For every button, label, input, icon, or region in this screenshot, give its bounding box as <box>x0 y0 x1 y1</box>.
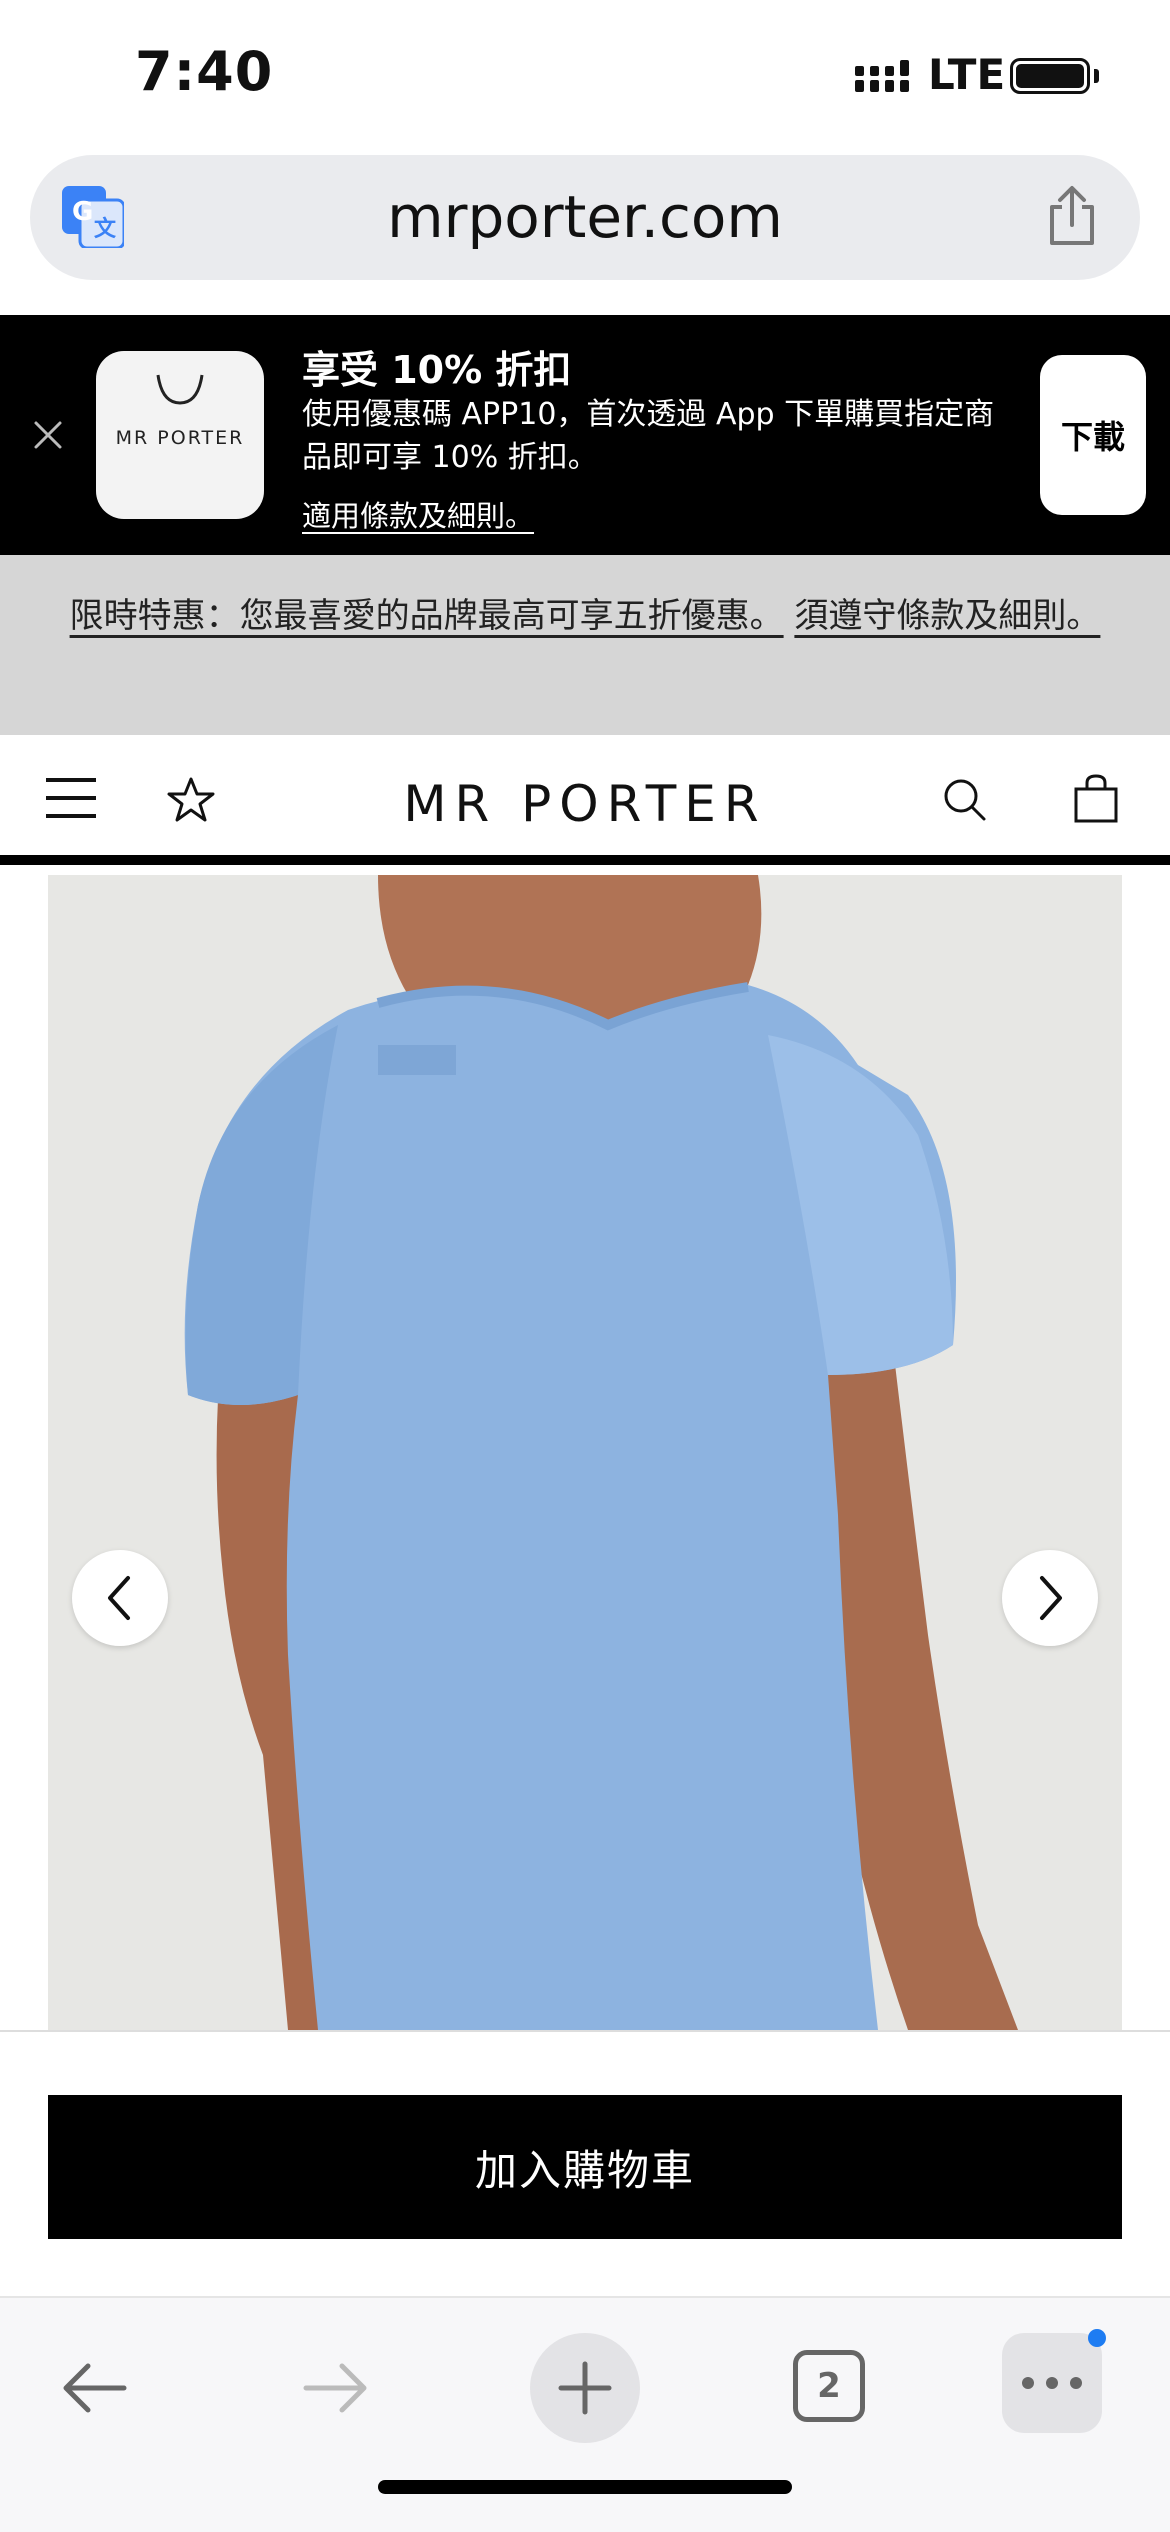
share-icon[interactable] <box>1044 185 1100 247</box>
battery-icon <box>1010 58 1090 94</box>
product-image <box>48 875 1122 2030</box>
app-download-banner: MR PORTER 享受 10% 折扣 使用優惠碼 APP10，首次透過 App… <box>0 315 1170 555</box>
banner-description: 使用優惠碼 APP10，首次透過 App 下單購買指定商品即可享 10% 折扣。 <box>302 397 995 475</box>
status-bar: 7:40 LTE <box>0 0 1170 150</box>
shopping-bag-icon[interactable] <box>1072 773 1120 823</box>
site-header: MR PORTER <box>0 735 1170 865</box>
banner-title: 享受 10% 折扣 <box>302 348 572 392</box>
browser-toolbar: 2 <box>0 2296 1170 2532</box>
battery-tip <box>1094 69 1099 83</box>
next-image-button[interactable] <box>1002 1550 1098 1646</box>
notification-dot <box>1088 2329 1106 2347</box>
app-icon: MR PORTER <box>96 351 264 519</box>
status-time: 7:40 <box>135 40 274 103</box>
signal-strength-icon <box>855 60 909 92</box>
address-bar[interactable]: G 文 mrporter.com <box>30 155 1140 280</box>
close-icon[interactable] <box>28 415 68 455</box>
network-type: LTE <box>928 50 1006 99</box>
new-tab-button[interactable] <box>530 2333 640 2443</box>
chevron-left-icon <box>108 1576 130 1620</box>
banner-terms-link[interactable]: 適用條款及細則。 <box>302 493 534 535</box>
back-arrow-icon[interactable] <box>58 2358 130 2418</box>
search-icon[interactable] <box>940 775 990 825</box>
more-dots-icon <box>1022 2377 1082 2389</box>
promo-text[interactable]: 限時特惠：您最喜愛的品牌最高可享五折優惠。 <box>70 596 784 636</box>
home-indicator <box>378 2480 792 2494</box>
tab-switcher-button[interactable]: 2 <box>793 2350 865 2422</box>
download-button[interactable]: 下載 <box>1040 355 1146 515</box>
forward-arrow-icon[interactable] <box>300 2358 372 2418</box>
site-logo[interactable]: MR PORTER <box>0 775 1170 833</box>
add-to-cart-bar: 加入購物車 <box>0 2030 1170 2296</box>
add-to-cart-button[interactable]: 加入購物車 <box>48 2095 1122 2239</box>
url-text[interactable]: mrporter.com <box>30 183 1140 251</box>
promo-banner: 限時特惠：您最喜愛的品牌最高可享五折優惠。 須遵守條款及細則。 <box>0 555 1170 735</box>
promo-message[interactable]: 限時特惠：您最喜愛的品牌最高可享五折優惠。 須遵守條款及細則。 <box>40 588 1130 644</box>
product-gallery[interactable] <box>0 875 1170 2030</box>
plus-icon <box>558 2361 612 2415</box>
more-menu-button[interactable] <box>1002 2329 1106 2433</box>
shopping-bag-handle-icon <box>156 374 204 405</box>
previous-image-button[interactable] <box>72 1550 168 1646</box>
app-icon-label: MR PORTER <box>115 427 245 449</box>
chevron-right-icon <box>1040 1576 1062 1620</box>
promo-terms-link[interactable]: 須遵守條款及細則。 <box>794 596 1100 636</box>
